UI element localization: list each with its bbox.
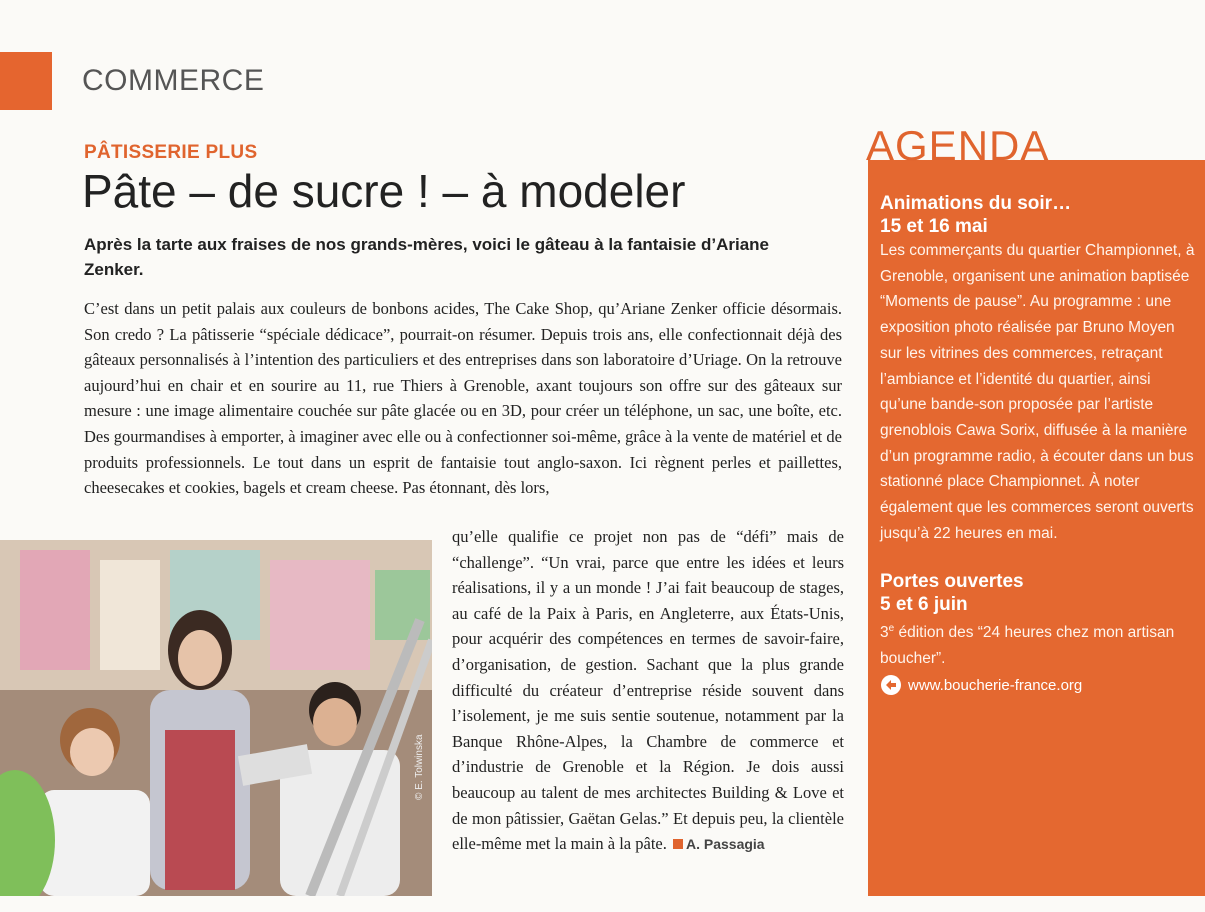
event1-date: 15 et 16 mai xyxy=(880,216,988,237)
agenda-title: AGENDA xyxy=(866,122,1050,169)
agenda-content: Animations du soir… 15 et 16 mai Les com… xyxy=(880,192,1198,696)
pointer-icon xyxy=(881,675,901,695)
photo-credit: © E. Tolwinska xyxy=(414,734,425,800)
event2-link-text[interactable]: www.boucherie-france.org xyxy=(908,677,1082,694)
event1-title: Animations du soir… xyxy=(880,193,1072,214)
author-marker xyxy=(672,839,683,850)
section-label: COMMERCE xyxy=(82,64,265,97)
event2-edition-number: 3 xyxy=(880,624,889,642)
article-body-part2-text: qu’elle qualifie ce projet non pas de “d… xyxy=(452,527,844,854)
event2-link[interactable]: www.boucherie-france.org xyxy=(880,674,1198,696)
event1-text: Les commerçants du quartier Championnet,… xyxy=(880,242,1195,542)
article-standfirst: Après la tarte aux fraises de nos grands… xyxy=(84,235,769,279)
article-body-part2: qu’elle qualifie ce projet non pas de “d… xyxy=(452,524,844,858)
section-color-block xyxy=(0,52,52,110)
article-author: A. Passagia xyxy=(685,836,765,853)
shop-photo-illustration xyxy=(0,540,432,896)
shop-photo xyxy=(0,540,432,896)
event2-description: édition des “24 heures chez mon artisan … xyxy=(880,624,1175,668)
event2-title: Portes ouvertes xyxy=(880,571,1024,593)
article-body-part1: C’est dans un petit palais aux couleurs … xyxy=(84,299,842,498)
event2-date: 5 et 6 juin xyxy=(880,594,968,616)
article-kicker: PÂTISSERIE PLUS xyxy=(84,142,258,163)
event2-text: 3e édition des “24 heures chez mon artis… xyxy=(880,616,1198,672)
article-headline: Pâte – de sucre ! – à modeler xyxy=(82,165,686,217)
